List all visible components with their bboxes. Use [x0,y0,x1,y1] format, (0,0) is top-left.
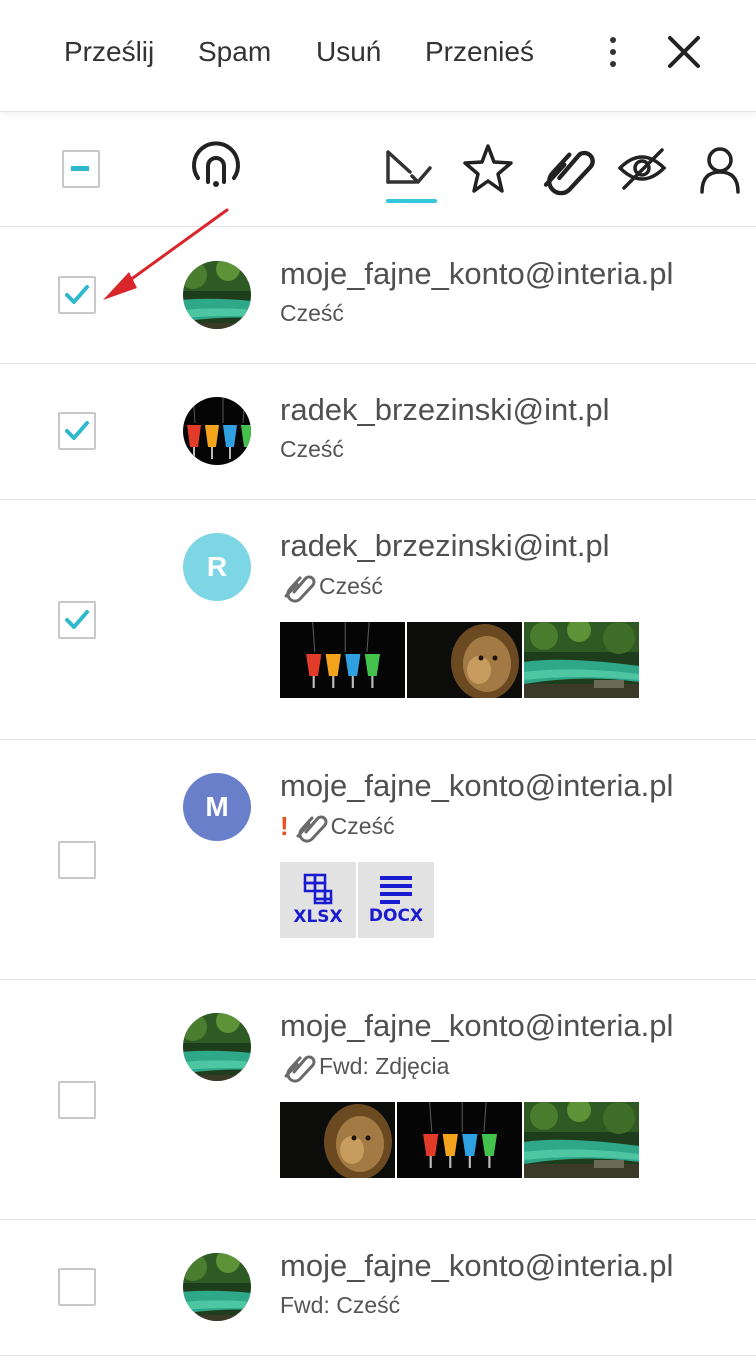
message-row[interactable]: moje_fajne_konto@interia.pl Fwd: Cześć [0,1220,756,1356]
river-image-thumbnail[interactable] [524,1102,639,1178]
attachment-icon [292,808,328,844]
unread-filter-icon[interactable] [382,140,442,200]
message-row[interactable]: radek_brzezinski@int.pl Cześć [0,364,756,500]
river-image-thumbnail[interactable] [524,622,639,698]
more-options-icon[interactable] [598,32,628,72]
file-extension: DOCX [368,906,424,926]
attachment-filter-icon[interactable] [536,138,596,198]
glasses-image-thumbnail[interactable] [397,1102,522,1178]
attachment-thumbnails [280,622,639,698]
subject-text: Cześć [280,436,344,462]
message-subject: ! Cześć [280,808,395,844]
avatar: M [183,773,251,841]
contact-person-icon[interactable] [690,138,750,198]
sender-email[interactable]: moje_fajne_konto@interia.pl [280,768,673,804]
avatar: R [183,533,251,601]
avatar [183,1013,251,1081]
message-row[interactable]: R radek_brzezinski@int.pl Cześć [0,500,756,740]
message-checkbox[interactable] [58,1081,96,1119]
active-filter-indicator [386,199,437,203]
glasses-image-thumbnail[interactable] [280,622,405,698]
move-button[interactable]: Przenieś [425,36,534,68]
message-subject: Fwd: Zdjęcia [280,1048,449,1084]
subject-text: Fwd: Zdjęcia [319,1052,450,1079]
avatar [183,1253,251,1321]
subject-text: Cześć [330,812,395,839]
spam-button[interactable]: Spam [198,36,271,68]
message-subject: Cześć [280,300,344,327]
notifications-icon[interactable] [186,136,246,196]
message-checkbox[interactable] [58,276,96,314]
forward-button[interactable]: Prześlij [64,36,154,68]
file-attachments: XLSX DOCX [280,862,436,938]
docx-file-attachment[interactable]: DOCX [358,862,434,938]
attachment-icon [280,1048,316,1084]
subject-text: Fwd: Cześć [280,1292,401,1318]
xlsx-file-attachment[interactable]: XLSX [280,862,356,938]
subject-text: Cześć [319,572,383,599]
lion-image-thumbnail[interactable] [280,1102,395,1178]
priority-mark-icon: ! [280,810,289,841]
delete-button[interactable]: Usuń [316,36,381,68]
message-checkbox[interactable] [58,841,96,879]
file-extension: XLSX [293,907,343,927]
sender-email[interactable]: moje_fajne_konto@interia.pl [280,1248,673,1284]
sender-email[interactable]: moje_fajne_konto@interia.pl [280,1008,673,1044]
sender-email[interactable]: radek_brzezinski@int.pl [280,528,610,564]
avatar [183,261,251,329]
message-checkbox[interactable] [58,601,96,639]
message-subject: Cześć [280,436,344,463]
eye-off-icon[interactable] [614,138,674,198]
sender-email[interactable]: moje_fajne_konto@interia.pl [280,256,673,292]
message-checkbox[interactable] [58,1268,96,1306]
attachment-thumbnails [280,1102,639,1178]
avatar [183,397,251,465]
subject-text: Cześć [280,300,344,326]
attachment-icon [280,568,316,604]
star-icon[interactable] [460,140,520,200]
message-checkbox[interactable] [58,412,96,450]
message-row[interactable]: M moje_fajne_konto@interia.pl ! Cześć XL… [0,740,756,980]
action-toolbar: Prześlij Spam Usuń Przenieś [0,0,756,112]
select-all-checkbox[interactable] [62,150,100,188]
lion-image-thumbnail[interactable] [407,622,522,698]
message-subject: Cześć [280,568,383,604]
message-row[interactable]: moje_fajne_konto@interia.pl Cześć [0,228,756,364]
close-icon[interactable] [662,30,706,74]
message-subject: Fwd: Cześć [280,1292,400,1319]
sender-email[interactable]: radek_brzezinski@int.pl [280,392,610,428]
spreadsheet-icon [303,873,333,905]
message-row[interactable]: moje_fajne_konto@interia.pl Fwd: Zdjęcia [0,980,756,1220]
document-icon [380,876,412,904]
